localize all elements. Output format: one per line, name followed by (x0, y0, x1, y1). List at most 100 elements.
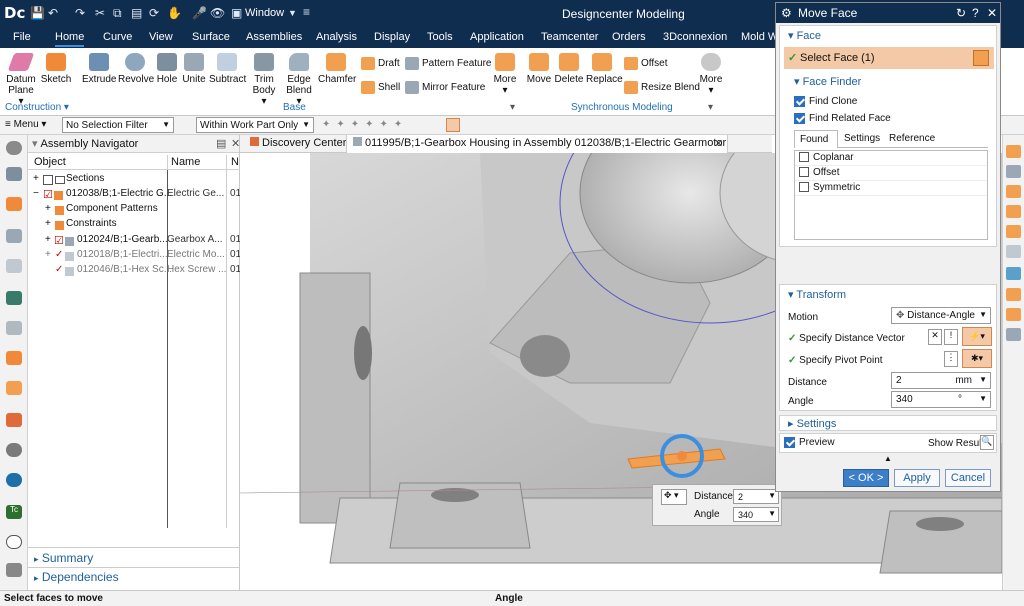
navigator-pin-icon[interactable]: ▤ (216, 137, 226, 150)
tab-home[interactable]: Home (55, 31, 85, 47)
settings-icon[interactable] (6, 141, 22, 155)
point-dialog-icon[interactable]: ⋮ (944, 351, 958, 367)
reset-icon[interactable]: ↻ (956, 6, 966, 20)
collapse-icon[interactable]: ▾ (32, 138, 38, 150)
find-clone-checkbox[interactable]: Find Clone (794, 96, 857, 107)
tab-file[interactable]: File (13, 31, 31, 43)
part-navigator-icon[interactable] (6, 167, 22, 181)
face-selector-icon[interactable] (973, 50, 989, 66)
distance-input[interactable]: 2 mm ▼ (891, 372, 991, 389)
roles-icon[interactable] (6, 291, 22, 305)
tool-icon[interactable] (1006, 185, 1021, 198)
tool-icon[interactable] (1006, 288, 1021, 301)
selection-scope-select[interactable]: Within Work Part Only ▼ (196, 117, 314, 133)
tab-found[interactable]: Found (794, 130, 838, 148)
tree-row-screw[interactable]: ✓ 012046/B;1-Hex Sc... Hex Screw ... 01 (28, 264, 240, 279)
reverse-direction-icon[interactable]: ✕ (928, 329, 942, 345)
trim-body-button[interactable]: Trim Body ▾ (249, 53, 279, 107)
ok-button[interactable]: < OK > (843, 469, 889, 487)
view-manager-icon[interactable] (6, 321, 22, 335)
vector-dialog-icon[interactable]: ! (944, 329, 958, 345)
finder-item-symmetric[interactable]: Symmetric (795, 181, 987, 196)
tool-icon[interactable] (1006, 308, 1021, 321)
base-more-button[interactable]: More ▾ (492, 53, 518, 96)
assembly-navigator-icon[interactable] (6, 197, 22, 211)
tree-row-component-patterns[interactable]: + Component Patterns (28, 203, 240, 218)
motion-select[interactable]: ✥ Distance-Angle ▼ (891, 307, 991, 324)
edge-blend-button[interactable]: Edge Blend ▾ (284, 53, 314, 107)
delete-button[interactable]: Delete (554, 53, 584, 85)
motion-type-select[interactable]: ✥ ▾ (661, 489, 687, 505)
move-button[interactable]: Move (525, 53, 553, 85)
web-browser-icon[interactable] (6, 443, 22, 457)
redo-icon[interactable]: ↷ (75, 6, 85, 20)
snap-active-icon[interactable] (446, 118, 460, 132)
cancel-button[interactable]: Cancel (945, 469, 991, 487)
tool-icon[interactable] (1006, 328, 1021, 341)
tab-mold[interactable]: Mold W (741, 31, 778, 43)
finder-item-coplanar[interactable]: Coplanar (795, 151, 987, 166)
collapse-tree-icon[interactable]: − (33, 188, 39, 199)
selection-filter-select[interactable]: No Selection Filter ▼ (62, 117, 174, 133)
column-object[interactable]: Object (34, 156, 66, 168)
history-icon[interactable] (6, 351, 22, 365)
chamfer-button[interactable]: Chamfer (318, 53, 356, 85)
tab-display[interactable]: Display (374, 31, 410, 43)
tab-settings[interactable]: Settings (844, 133, 880, 144)
column-name[interactable]: Name (171, 156, 200, 168)
find-related-checkbox[interactable]: Find Related Face (794, 113, 891, 124)
close-icon[interactable]: ✕ (987, 6, 997, 20)
column-n[interactable]: N (231, 156, 239, 168)
expand-icon[interactable]: + (45, 218, 51, 229)
group-base-expander[interactable]: ▾ (510, 102, 515, 113)
show-result-button[interactable]: 🔍 (980, 435, 994, 450)
osi-angle-input[interactable]: 340 ▼ (733, 507, 779, 522)
tree-row-assembly[interactable]: − ☑ 012038/B;1-Electric G... Electric Ge...… (28, 188, 240, 203)
sketch-button[interactable]: Sketch (40, 53, 72, 85)
select-face-row[interactable]: ✓ Select Face (1) (784, 47, 994, 69)
tab-3dconnexion[interactable]: 3Dconnexion (663, 31, 727, 43)
expand-icon[interactable]: + (45, 249, 51, 260)
repeat-icon[interactable]: ⟳ (149, 6, 159, 20)
microphone-icon[interactable]: 🎤 (192, 6, 207, 20)
save-icon[interactable]: 💾 (30, 6, 45, 20)
copy-icon[interactable]: ⧉ (113, 6, 122, 21)
sync-more-button[interactable]: More ▾ (698, 53, 724, 96)
collapse-dialog-icon[interactable]: ▲ (884, 454, 892, 463)
tree-row-motor[interactable]: + ✓ 012018/B;1-Electri... Electric Mo... 01 (28, 249, 240, 264)
snapshot-icon[interactable] (6, 563, 22, 577)
shell-button[interactable]: Shell (361, 81, 400, 94)
customize-icon[interactable]: ≡ (303, 5, 310, 19)
red-check-icon[interactable]: ✓ (55, 249, 63, 260)
tab-teamcenter[interactable]: Teamcenter (541, 31, 598, 43)
tree-row-gearbox[interactable]: + ☑ 012024/B;1-Gearb... Gearbox A... 01 (28, 234, 240, 249)
paste-icon[interactable]: ▤ (131, 6, 142, 20)
touch-mode-icon[interactable]: ✋ (167, 6, 182, 20)
transform-toggle[interactable]: ▾ Transform (788, 288, 846, 301)
tree-row-sections[interactable]: + Sections (28, 173, 240, 188)
reuse-library-icon[interactable] (6, 259, 22, 273)
revolve-button[interactable]: Revolve (118, 53, 154, 85)
clock-icon[interactable] (6, 535, 22, 549)
summary-panel[interactable]: ▸ Summary (34, 551, 93, 565)
tool-icon[interactable] (1006, 145, 1021, 158)
close-tab-icon[interactable]: ✕ (714, 137, 723, 150)
palette-icon[interactable] (6, 413, 22, 427)
point-type-select[interactable]: ✱▾ (962, 349, 992, 368)
replace-button[interactable]: Replace (586, 53, 623, 85)
resize-blend-button[interactable]: Resize Blend (624, 81, 700, 94)
expand-icon[interactable]: + (45, 203, 51, 214)
tool-icon[interactable] (1006, 267, 1021, 280)
apply-button[interactable]: Apply (894, 469, 940, 487)
tab-discovery-center[interactable]: Discovery Center (250, 137, 346, 149)
tab-part-document[interactable]: 011995/B;1-Gearbox Housing in Assembly 0… (346, 135, 728, 153)
preview-checkbox[interactable]: Preview (784, 437, 835, 448)
window-dropdown-icon[interactable]: ▼ (288, 8, 297, 18)
tab-view[interactable]: View (149, 31, 173, 43)
dependencies-panel[interactable]: ▸ Dependencies (34, 570, 119, 584)
gear-icon[interactable]: ⚙ (781, 6, 792, 20)
process-studio-icon[interactable] (6, 381, 22, 395)
undo-icon[interactable]: ↶ (48, 6, 58, 20)
tab-orders[interactable]: Orders (612, 31, 646, 43)
osi-distance-input[interactable]: 2 ▼ (733, 489, 779, 504)
